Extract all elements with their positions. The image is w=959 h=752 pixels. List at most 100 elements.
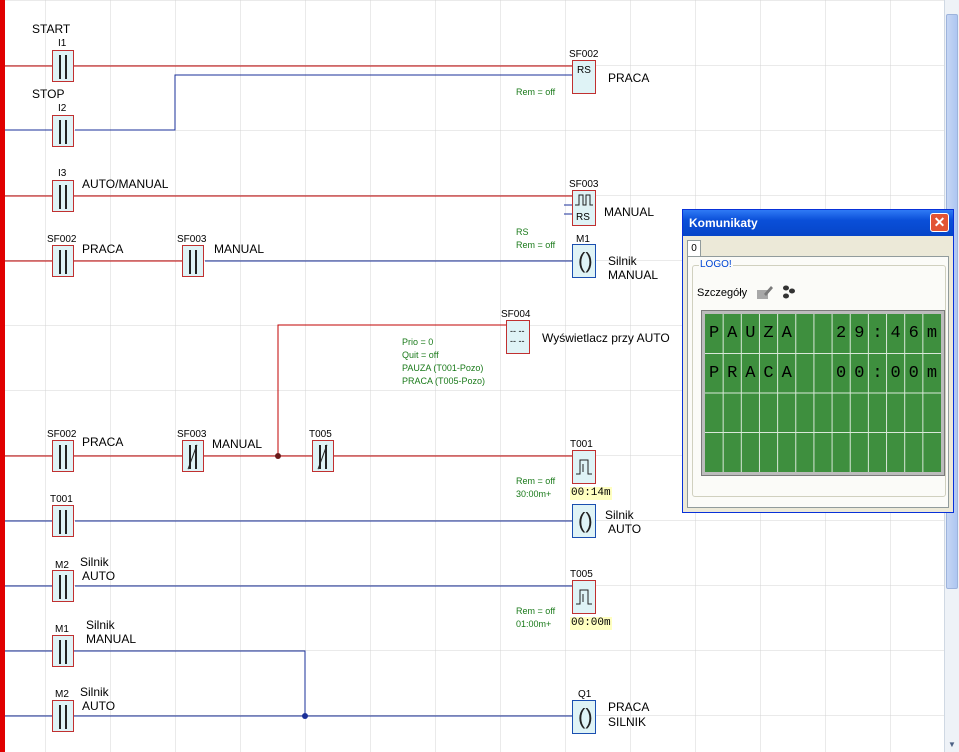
contact-sf003-b-label: MANUAL: [212, 437, 263, 451]
lcd-char: [832, 433, 850, 473]
messages-dialog: Komunikaty ✕ 0 LOGO! Szczegóły PAUZA 29:…: [682, 209, 954, 513]
contact-sf002-a[interactable]: [52, 245, 74, 277]
timer-t005-param-2: 01:00m+: [516, 619, 552, 629]
block-sf003-id: SF003: [569, 179, 599, 190]
lcd-char: A: [745, 363, 756, 383]
contact-sf003-a[interactable]: [182, 245, 204, 277]
lcd-char: 9: [854, 324, 865, 343]
contact-t005-id: T005: [309, 429, 332, 440]
lcd-char: [705, 433, 723, 473]
contact-t005-nc[interactable]: [312, 440, 334, 472]
lcd-display: PAUZA 29:46mPRACA 00:00m: [701, 310, 945, 476]
lcd-char: Z: [763, 324, 774, 343]
contact-sf002-a-id: SF002: [47, 234, 77, 245]
lcd-char: A: [781, 324, 792, 343]
lcd-char: :: [872, 324, 883, 343]
timer-t005-id: T005: [570, 569, 593, 580]
pulse-symbol-icon: [575, 194, 593, 206]
lcd-char: [759, 433, 777, 473]
coil-q1-label-1: PRACA: [608, 700, 650, 714]
contact-sf002-b-label: PRACA: [82, 435, 124, 449]
block-sf004-param-3: PAUZA (T001-Pozo): [402, 363, 484, 373]
block-sf003-param-2: Rem = off: [516, 240, 556, 250]
lcd-char: A: [781, 363, 792, 383]
block-sf004-id: SF004: [501, 309, 531, 320]
contact-m1-id: M1: [55, 624, 69, 635]
lcd-char: [923, 433, 941, 473]
timer-t001-param-2: 30:00m+: [516, 489, 552, 499]
contact-sf003-b-nc[interactable]: [182, 440, 204, 472]
block-sf004-param-4: PRACA (T005-Pozo): [402, 376, 486, 386]
lcd-char: [923, 393, 941, 433]
contact-m1[interactable]: [52, 635, 74, 667]
dialog-title-bar[interactable]: Komunikaty ✕: [683, 210, 953, 236]
block-sf004[interactable]: -- -- -- --: [506, 320, 530, 354]
lcd-char: m: [926, 324, 938, 343]
lcd-char: [832, 393, 850, 433]
lcd-char: 6: [908, 324, 919, 343]
contact-m2-b-id: M2: [55, 689, 69, 700]
lcd-char: m: [926, 363, 938, 383]
lcd-char: 4: [890, 324, 901, 343]
contact-m2-b[interactable]: [52, 700, 74, 732]
block-sf003-symbol: RS: [576, 212, 590, 223]
contact-i3[interactable]: [52, 180, 74, 212]
lcd-row: [705, 433, 941, 473]
lcd-char: [850, 393, 868, 433]
lcd-char: 0: [854, 363, 865, 383]
contact-m1-label-2: MANUAL: [86, 632, 137, 646]
tab-0[interactable]: 0: [687, 240, 701, 256]
contact-m2-a[interactable]: [52, 570, 74, 602]
contact-m2-a-label-1: Silnik: [80, 555, 109, 569]
timer-t001-value: 00:14m: [570, 487, 612, 500]
block-sf002-param: Rem = off: [516, 87, 556, 97]
coil-silnik-auto-label-2: AUTO: [608, 522, 642, 536]
timer-t005[interactable]: [572, 580, 596, 614]
logo-group: LOGO! Szczegóły PAUZA 29:46mPRACA 00:00m: [692, 259, 946, 497]
coil-m1[interactable]: (): [572, 244, 596, 278]
contact-i2[interactable]: [52, 115, 74, 147]
block-sf003[interactable]: RS: [572, 190, 596, 226]
lcd-char: [814, 433, 832, 473]
timer-t005-param-1: Rem = off: [516, 606, 556, 616]
contact-i1[interactable]: [52, 50, 74, 82]
block-sf004-param-2: Quit = off: [402, 350, 439, 360]
lcd-char: 0: [890, 363, 901, 383]
lcd-char: 0: [836, 363, 847, 383]
input-i1-label: START: [32, 22, 71, 36]
input-i1-id: I1: [58, 38, 67, 49]
dialog-title: Komunikaty: [689, 216, 758, 230]
block-sf002[interactable]: RS: [572, 60, 596, 94]
lcd-row: PRACA 00:00m: [705, 354, 941, 394]
lcd-char: [796, 354, 814, 394]
steps-icon[interactable]: [781, 284, 797, 300]
timer-t001[interactable]: [572, 450, 596, 484]
timer-symbol-icon: [576, 589, 592, 605]
chevron-down-icon[interactable]: ▼: [946, 738, 958, 751]
contact-sf002-b[interactable]: [52, 440, 74, 472]
input-i3-id: I3: [58, 168, 67, 179]
lcd-char: [796, 314, 814, 354]
lcd-char: A: [727, 324, 738, 343]
lcd-char: P: [708, 363, 720, 383]
contact-t001-id: T001: [50, 494, 73, 505]
block-sf002-id: SF002: [569, 49, 599, 60]
coil-silnik-auto[interactable]: (): [572, 504, 596, 538]
dialog-panel: LOGO! Szczegóły PAUZA 29:46mPRACA 00:00m: [687, 256, 949, 508]
lcd-char: [814, 393, 832, 433]
lcd-char: C: [763, 363, 774, 383]
edit-icon[interactable]: [756, 284, 774, 300]
lcd-char: [850, 433, 868, 473]
block-sf004-label: Wyświetlacz przy AUTO: [542, 331, 670, 345]
input-i2-id: I2: [58, 103, 67, 114]
contact-t001[interactable]: [52, 505, 74, 537]
close-icon[interactable]: ✕: [930, 213, 949, 232]
lcd-char: [868, 393, 886, 433]
coil-q1[interactable]: (): [572, 700, 596, 734]
contact-m2-b-label-1: Silnik: [80, 685, 109, 699]
lcd-char: [905, 433, 923, 473]
lcd-char: [796, 433, 814, 473]
lcd-screen: PAUZA 29:46mPRACA 00:00m: [705, 314, 941, 472]
block-sf003-label: MANUAL: [604, 205, 655, 219]
lcd-char: [868, 433, 886, 473]
